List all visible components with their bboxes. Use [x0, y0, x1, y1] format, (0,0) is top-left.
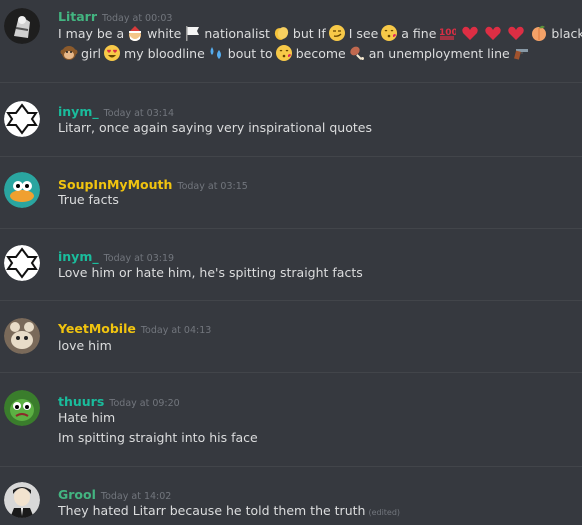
timestamp: Today at 09:20	[109, 398, 180, 409]
username[interactable]: thuurs	[58, 394, 104, 409]
smirk-emoji	[328, 24, 346, 42]
kissing-emoji	[380, 24, 398, 42]
soup-avatar[interactable]	[4, 172, 40, 208]
message-divider	[0, 82, 582, 83]
message-divider	[0, 156, 582, 157]
timestamp: Today at 03:15	[177, 181, 248, 192]
message-text: bout to	[227, 46, 273, 61]
sweat-drops-emoji	[207, 44, 225, 62]
username[interactable]: YeetMobile	[58, 321, 136, 336]
drumstick-emoji	[348, 44, 366, 62]
edited-tag: (edited)	[368, 508, 401, 517]
white-flag-emoji	[183, 24, 201, 42]
message-text: my bloodline	[124, 46, 205, 61]
heart-emoji	[484, 24, 502, 42]
message-text: but If	[292, 26, 326, 41]
message-text: an unemployment line	[368, 46, 510, 61]
message-text: a fine	[401, 26, 437, 41]
timestamp: Today at 04:13	[140, 325, 212, 336]
message-divider	[0, 372, 582, 373]
message-text: I may be a	[58, 26, 125, 41]
message-line: They hated Litarr because he told them t…	[58, 501, 400, 523]
inym-avatar[interactable]	[4, 245, 40, 281]
message-divider	[0, 300, 582, 301]
message-divider	[0, 228, 582, 229]
timestamp: Today at 00:03	[102, 13, 173, 24]
clap-emoji	[272, 24, 290, 42]
message-line: love him	[58, 338, 112, 353]
grool-avatar[interactable]	[4, 482, 40, 518]
username[interactable]: inym_	[58, 249, 99, 264]
inym-avatar[interactable]	[4, 101, 40, 137]
message-text: I see	[348, 26, 379, 41]
heart-emoji	[461, 24, 479, 42]
hundred-emoji: 100	[438, 24, 456, 42]
username[interactable]: inym_	[58, 104, 99, 119]
message-divider	[0, 466, 582, 467]
peach-emoji	[530, 24, 548, 42]
message-text: girl	[81, 46, 102, 61]
message-text: They hated Litarr because he told them t…	[58, 503, 366, 518]
message-line: Im spitting straight into his face	[58, 430, 258, 445]
message-line: Love him or hate him, he's spitting stra…	[58, 265, 363, 280]
kissing-emoji	[275, 44, 293, 62]
yeet-avatar[interactable]	[4, 318, 40, 354]
message-line: girl my bloodline bout to become an unemploy…	[58, 44, 533, 64]
thuurs-avatar[interactable]	[4, 390, 40, 426]
litarr-avatar[interactable]	[4, 8, 40, 44]
message-line: I may be a white nationalist but If I see a f…	[58, 24, 582, 44]
message-line: Hate him	[58, 410, 116, 425]
message-text: black	[551, 26, 582, 41]
message-line: Litarr, once again saying very inspirati…	[58, 120, 372, 135]
message-text: white	[147, 26, 182, 41]
monkey-emoji	[60, 44, 78, 62]
message-line: True facts	[58, 192, 119, 207]
gun-emoji	[512, 44, 530, 62]
username[interactable]: Litarr	[58, 9, 97, 24]
chat-message-list: Litarr Today at 00:03 I may be a white nati…	[0, 0, 582, 525]
message-text: nationalist	[204, 26, 270, 41]
santa-emoji	[126, 24, 144, 42]
message-text: become	[295, 46, 346, 61]
username[interactable]: Grool	[58, 487, 96, 502]
heart-eyes-emoji	[103, 44, 121, 62]
heart-emoji	[507, 24, 525, 42]
